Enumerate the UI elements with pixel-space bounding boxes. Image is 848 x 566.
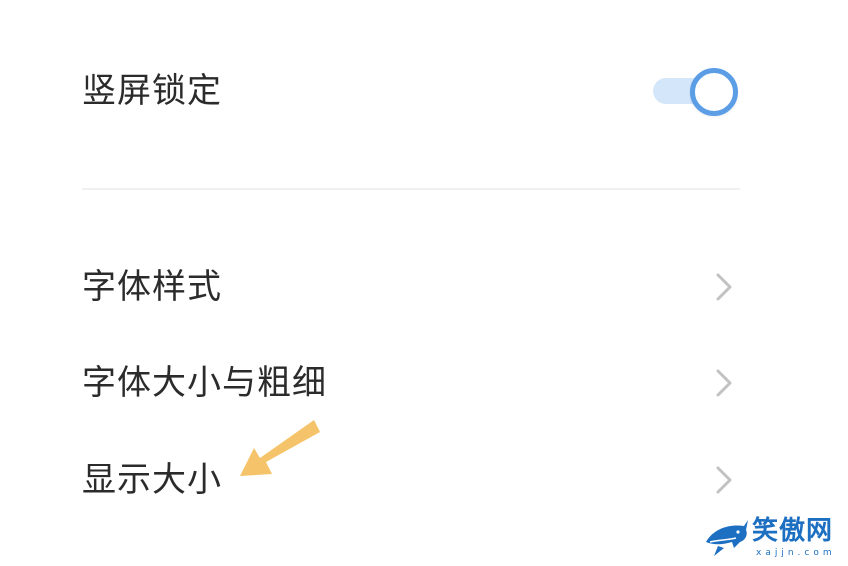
portrait-lock-toggle[interactable] — [652, 66, 738, 116]
watermark-url: xajjn.com — [756, 548, 836, 558]
settings-item-label: 字体样式 — [82, 267, 222, 307]
chevron-right-icon — [710, 463, 738, 497]
settings-item-label: 字体大小与粗细 — [82, 363, 327, 403]
shark-logo-icon — [704, 516, 750, 560]
settings-item-label: 显示大小 — [82, 460, 222, 500]
portrait-lock-label: 竖屏锁定 — [82, 71, 222, 111]
settings-item-font-style[interactable]: 字体样式 — [82, 262, 740, 312]
portrait-lock-row: 竖屏锁定 — [82, 66, 740, 116]
watermark: 笑傲网 xajjn.com — [704, 514, 844, 562]
chevron-right-icon — [710, 270, 738, 304]
toggle-knob — [690, 68, 738, 116]
arrow-pointer-icon — [236, 418, 322, 484]
settings-item-font-size-weight[interactable]: 字体大小与粗细 — [82, 358, 740, 408]
chevron-right-icon — [710, 366, 738, 400]
watermark-title: 笑傲网 — [752, 516, 834, 546]
settings-screen: 竖屏锁定 字体样式 字体大小与粗细 显示大小 笑傲网 xajjn.com — [0, 0, 848, 566]
section-divider — [82, 188, 740, 190]
settings-item-display-size[interactable]: 显示大小 — [82, 455, 740, 505]
